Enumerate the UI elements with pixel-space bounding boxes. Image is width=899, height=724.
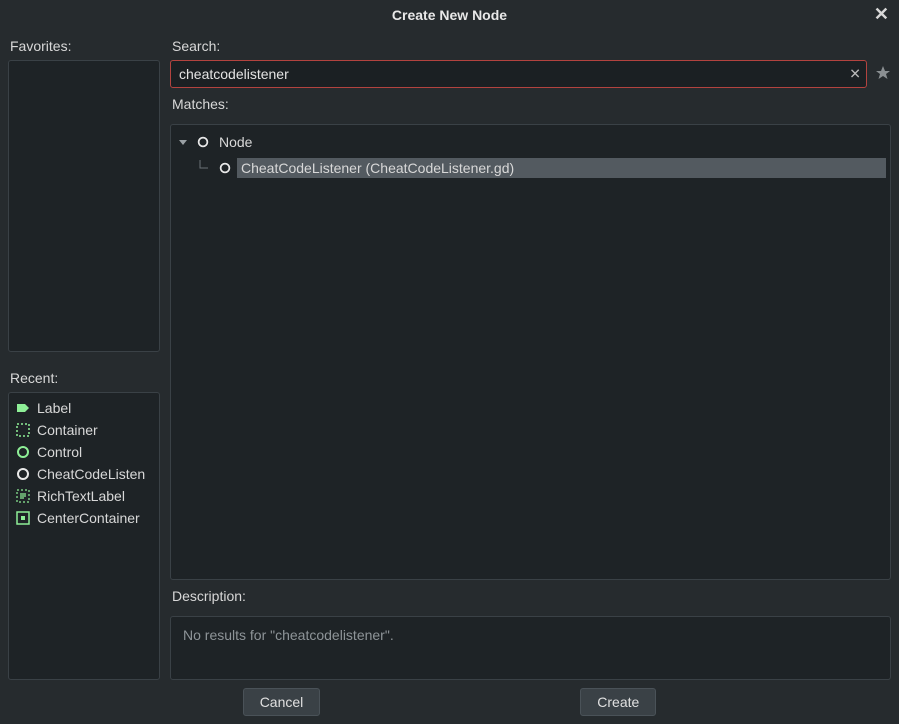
dialog-body: Favorites: Recent: Label <box>0 30 899 680</box>
tree-row-node[interactable]: Node <box>173 129 888 155</box>
recent-item-control[interactable]: Control <box>9 441 159 463</box>
recent-item-text: CheatCodeListen <box>37 466 145 482</box>
search-label: Search: <box>170 36 891 60</box>
container-icon <box>15 422 31 438</box>
favorites-panel[interactable] <box>8 60 160 352</box>
create-node-dialog: Create New Node ✕ Favorites: Recent: Lab… <box>0 0 899 724</box>
tree-row-cheatcodelistener[interactable]: CheatCodeListener (CheatCodeListener.gd) <box>173 155 888 181</box>
right-column: Search: ✕ Matches: <box>170 36 891 680</box>
recent-item-centercontainer[interactable]: CenterContainer <box>9 507 159 529</box>
favorite-star-icon[interactable] <box>875 65 891 84</box>
description-panel: No results for "cheatcodelistener". <box>170 616 891 680</box>
favorites-label: Favorites: <box>8 36 160 60</box>
centercontainer-icon <box>15 510 31 526</box>
left-column: Favorites: Recent: Label <box>8 36 160 680</box>
recent-item-text: Container <box>37 422 98 438</box>
control-icon <box>15 444 31 460</box>
matches-panel[interactable]: Node CheatCodeListener (CheatCodeListene… <box>170 124 891 580</box>
label-icon <box>15 400 31 416</box>
clear-search-icon[interactable]: ✕ <box>849 66 861 83</box>
tree-expand-icon[interactable] <box>175 137 191 147</box>
recent-item-text: Control <box>37 444 82 460</box>
recent-item-container[interactable]: Container <box>9 419 159 441</box>
dialog-title: Create New Node <box>392 7 507 23</box>
description-text: No results for "cheatcodelistener". <box>183 627 394 643</box>
recent-panel: Label Container Control <box>8 392 160 680</box>
search-wrapper: ✕ <box>170 60 867 88</box>
richtext-icon <box>15 488 31 504</box>
recent-item-label[interactable]: Label <box>9 397 159 419</box>
recent-item-text: RichTextLabel <box>37 488 125 504</box>
search-input[interactable] <box>170 60 867 88</box>
recent-item-text: Label <box>37 400 71 416</box>
recent-item-cheatcodelisten[interactable]: CheatCodeListen <box>9 463 159 485</box>
tree-branch-icon <box>195 160 213 176</box>
node-icon <box>15 466 31 482</box>
recent-item-richtextlabel[interactable]: RichTextLabel <box>9 485 159 507</box>
button-row: Cancel Create <box>0 680 899 724</box>
recent-item-text: CenterContainer <box>37 510 140 526</box>
description-label: Description: <box>170 586 891 610</box>
recent-label: Recent: <box>8 368 160 392</box>
cancel-button[interactable]: Cancel <box>243 688 321 716</box>
matches-label: Matches: <box>170 94 891 118</box>
create-button[interactable]: Create <box>580 688 656 716</box>
close-icon[interactable]: ✕ <box>874 4 889 25</box>
recent-list: Label Container Control <box>9 393 159 533</box>
node-icon <box>217 160 233 176</box>
tree-node-label: Node <box>215 132 886 152</box>
node-icon <box>195 134 211 150</box>
search-row: ✕ <box>170 60 891 88</box>
titlebar: Create New Node ✕ <box>0 0 899 30</box>
tree-child-label: CheatCodeListener (CheatCodeListener.gd) <box>237 158 886 178</box>
